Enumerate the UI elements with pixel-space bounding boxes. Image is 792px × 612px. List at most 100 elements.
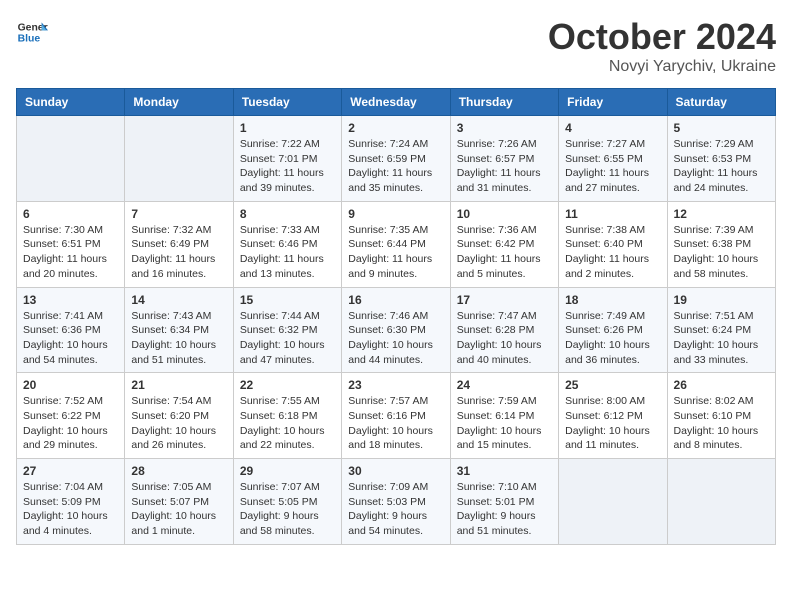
weekday-header: Monday bbox=[125, 89, 233, 116]
calendar-week-row: 6Sunrise: 7:30 AM Sunset: 6:51 PM Daylig… bbox=[17, 201, 776, 287]
calendar-cell: 9 Sunrise: 7:35 AM Sunset: 6:44 PM Daylig… bbox=[342, 201, 450, 287]
title-block: October 2024 Novyi Yarychiv, Ukraine bbox=[548, 16, 776, 76]
calendar-cell: 24Sunrise: 7:59 AM Sunset: 6:14 PM Dayli… bbox=[450, 373, 558, 459]
calendar-cell: 7 Sunrise: 7:32 AM Sunset: 6:49 PM Daylig… bbox=[125, 201, 233, 287]
calendar-cell: 15 Sunrise: 7:44 AM Sunset: 6:32 PM Dayli… bbox=[233, 287, 341, 373]
day-info: Sunrise: 7:49 AM Sunset: 6:26 PM Dayligh… bbox=[565, 309, 660, 368]
calendar-cell: 23 Sunrise: 7:57 AM Sunset: 6:16 PM Dayli… bbox=[342, 373, 450, 459]
calendar-cell: 22Sunrise: 7:55 AM Sunset: 6:18 PM Dayli… bbox=[233, 373, 341, 459]
month-title: October 2024 bbox=[548, 16, 776, 58]
day-info: Sunrise: 7:38 AM Sunset: 6:40 PM Dayligh… bbox=[565, 223, 660, 282]
calendar-cell: 4 Sunrise: 7:27 AM Sunset: 6:55 PM Daylig… bbox=[559, 116, 667, 202]
day-number: 20 bbox=[23, 378, 118, 392]
day-number: 16 bbox=[348, 293, 443, 307]
day-info: Sunrise: 8:02 AM Sunset: 6:10 PM Dayligh… bbox=[674, 394, 769, 453]
day-info: Sunrise: 7:36 AM Sunset: 6:42 PM Dayligh… bbox=[457, 223, 552, 282]
day-info: Sunrise: 7:51 AM Sunset: 6:24 PM Dayligh… bbox=[674, 309, 769, 368]
calendar-cell: 1 Sunrise: 7:22 AM Sunset: 7:01 PM Daylig… bbox=[233, 116, 341, 202]
day-number: 2 bbox=[348, 121, 443, 135]
weekday-header: Saturday bbox=[667, 89, 775, 116]
day-info: Sunrise: 7:07 AM Sunset: 5:05 PM Dayligh… bbox=[240, 480, 335, 539]
calendar-cell bbox=[125, 116, 233, 202]
calendar-cell: 2 Sunrise: 7:24 AM Sunset: 6:59 PM Daylig… bbox=[342, 116, 450, 202]
day-info: Sunrise: 7:10 AM Sunset: 5:01 PM Dayligh… bbox=[457, 480, 552, 539]
day-number: 17 bbox=[457, 293, 552, 307]
day-number: 14 bbox=[131, 293, 226, 307]
day-info: Sunrise: 8:00 AM Sunset: 6:12 PM Dayligh… bbox=[565, 394, 660, 453]
day-number: 18 bbox=[565, 293, 660, 307]
calendar-cell bbox=[559, 459, 667, 545]
weekday-header: Sunday bbox=[17, 89, 125, 116]
day-number: 1 bbox=[240, 121, 335, 135]
day-info: Sunrise: 7:41 AM Sunset: 6:36 PM Dayligh… bbox=[23, 309, 118, 368]
day-info: Sunrise: 7:27 AM Sunset: 6:55 PM Dayligh… bbox=[565, 137, 660, 196]
calendar-cell: 25Sunrise: 8:00 AM Sunset: 6:12 PM Dayli… bbox=[559, 373, 667, 459]
logo-icon: General Blue bbox=[16, 16, 48, 48]
day-number: 23 bbox=[348, 378, 443, 392]
day-info: Sunrise: 7:44 AM Sunset: 6:32 PM Dayligh… bbox=[240, 309, 335, 368]
calendar-cell: 31 Sunrise: 7:10 AM Sunset: 5:01 PM Dayli… bbox=[450, 459, 558, 545]
weekday-header: Tuesday bbox=[233, 89, 341, 116]
day-number: 26 bbox=[674, 378, 769, 392]
calendar-cell: 17 Sunrise: 7:47 AM Sunset: 6:28 PM Dayli… bbox=[450, 287, 558, 373]
day-number: 4 bbox=[565, 121, 660, 135]
day-number: 19 bbox=[674, 293, 769, 307]
day-number: 9 bbox=[348, 207, 443, 221]
calendar-cell: 14 Sunrise: 7:43 AM Sunset: 6:34 PM Dayli… bbox=[125, 287, 233, 373]
calendar-week-row: 1 Sunrise: 7:22 AM Sunset: 7:01 PM Daylig… bbox=[17, 116, 776, 202]
calendar-cell: 16 Sunrise: 7:46 AM Sunset: 6:30 PM Dayli… bbox=[342, 287, 450, 373]
day-info: Sunrise: 7:30 AM Sunset: 6:51 PM Dayligh… bbox=[23, 223, 118, 282]
calendar-cell: 3Sunrise: 7:26 AM Sunset: 6:57 PM Daylig… bbox=[450, 116, 558, 202]
day-info: Sunrise: 7:54 AM Sunset: 6:20 PM Dayligh… bbox=[131, 394, 226, 453]
calendar-cell bbox=[17, 116, 125, 202]
day-number: 12 bbox=[674, 207, 769, 221]
day-number: 29 bbox=[240, 464, 335, 478]
calendar-cell: 30Sunrise: 7:09 AM Sunset: 5:03 PM Dayli… bbox=[342, 459, 450, 545]
calendar-cell: 13 Sunrise: 7:41 AM Sunset: 6:36 PM Dayli… bbox=[17, 287, 125, 373]
day-info: Sunrise: 7:46 AM Sunset: 6:30 PM Dayligh… bbox=[348, 309, 443, 368]
day-info: Sunrise: 7:47 AM Sunset: 6:28 PM Dayligh… bbox=[457, 309, 552, 368]
calendar-table: SundayMondayTuesdayWednesdayThursdayFrid… bbox=[16, 88, 776, 545]
calendar-cell: 10 Sunrise: 7:36 AM Sunset: 6:42 PM Dayli… bbox=[450, 201, 558, 287]
svg-text:Blue: Blue bbox=[18, 34, 41, 45]
calendar-cell bbox=[667, 459, 775, 545]
day-info: Sunrise: 7:09 AM Sunset: 5:03 PM Dayligh… bbox=[348, 480, 443, 539]
calendar-cell: 12 Sunrise: 7:39 AM Sunset: 6:38 PM Dayli… bbox=[667, 201, 775, 287]
calendar-cell: 28Sunrise: 7:05 AM Sunset: 5:07 PM Dayli… bbox=[125, 459, 233, 545]
day-number: 5 bbox=[674, 121, 769, 135]
day-info: Sunrise: 7:04 AM Sunset: 5:09 PM Dayligh… bbox=[23, 480, 118, 539]
day-info: Sunrise: 7:22 AM Sunset: 7:01 PM Dayligh… bbox=[240, 137, 335, 196]
day-number: 8 bbox=[240, 207, 335, 221]
day-info: Sunrise: 7:05 AM Sunset: 5:07 PM Dayligh… bbox=[131, 480, 226, 539]
day-info: Sunrise: 7:24 AM Sunset: 6:59 PM Dayligh… bbox=[348, 137, 443, 196]
day-number: 13 bbox=[23, 293, 118, 307]
day-info: Sunrise: 7:32 AM Sunset: 6:49 PM Dayligh… bbox=[131, 223, 226, 282]
day-number: 27 bbox=[23, 464, 118, 478]
weekday-header: Wednesday bbox=[342, 89, 450, 116]
day-number: 31 bbox=[457, 464, 552, 478]
calendar-cell: 20 Sunrise: 7:52 AM Sunset: 6:22 PM Dayli… bbox=[17, 373, 125, 459]
day-info: Sunrise: 7:43 AM Sunset: 6:34 PM Dayligh… bbox=[131, 309, 226, 368]
calendar-week-row: 27 Sunrise: 7:04 AM Sunset: 5:09 PM Dayli… bbox=[17, 459, 776, 545]
calendar-cell: 6Sunrise: 7:30 AM Sunset: 6:51 PM Daylig… bbox=[17, 201, 125, 287]
calendar-cell: 21Sunrise: 7:54 AM Sunset: 6:20 PM Dayli… bbox=[125, 373, 233, 459]
calendar-cell: 26 Sunrise: 8:02 AM Sunset: 6:10 PM Dayli… bbox=[667, 373, 775, 459]
day-info: Sunrise: 7:39 AM Sunset: 6:38 PM Dayligh… bbox=[674, 223, 769, 282]
day-info: Sunrise: 7:52 AM Sunset: 6:22 PM Dayligh… bbox=[23, 394, 118, 453]
day-info: Sunrise: 7:59 AM Sunset: 6:14 PM Dayligh… bbox=[457, 394, 552, 453]
day-info: Sunrise: 7:35 AM Sunset: 6:44 PM Dayligh… bbox=[348, 223, 443, 282]
calendar-cell: 8Sunrise: 7:33 AM Sunset: 6:46 PM Daylig… bbox=[233, 201, 341, 287]
calendar-cell: 5 Sunrise: 7:29 AM Sunset: 6:53 PM Daylig… bbox=[667, 116, 775, 202]
day-number: 10 bbox=[457, 207, 552, 221]
calendar-week-row: 13 Sunrise: 7:41 AM Sunset: 6:36 PM Dayli… bbox=[17, 287, 776, 373]
day-info: Sunrise: 7:57 AM Sunset: 6:16 PM Dayligh… bbox=[348, 394, 443, 453]
day-number: 7 bbox=[131, 207, 226, 221]
day-info: Sunrise: 7:55 AM Sunset: 6:18 PM Dayligh… bbox=[240, 394, 335, 453]
weekday-header-row: SundayMondayTuesdayWednesdayThursdayFrid… bbox=[17, 89, 776, 116]
calendar-cell: 11Sunrise: 7:38 AM Sunset: 6:40 PM Dayli… bbox=[559, 201, 667, 287]
calendar-cell: 18 Sunrise: 7:49 AM Sunset: 6:26 PM Dayli… bbox=[559, 287, 667, 373]
day-info: Sunrise: 7:29 AM Sunset: 6:53 PM Dayligh… bbox=[674, 137, 769, 196]
calendar-cell: 29 Sunrise: 7:07 AM Sunset: 5:05 PM Dayli… bbox=[233, 459, 341, 545]
day-number: 15 bbox=[240, 293, 335, 307]
location-subtitle: Novyi Yarychiv, Ukraine bbox=[548, 58, 776, 76]
